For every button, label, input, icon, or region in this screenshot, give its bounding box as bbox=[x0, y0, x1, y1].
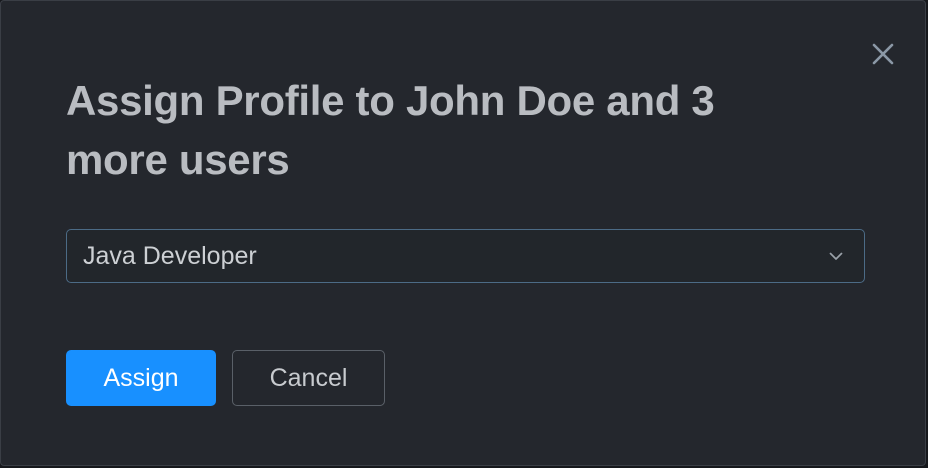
chevron-down-icon bbox=[825, 245, 847, 267]
profile-select-value: Java Developer bbox=[83, 241, 257, 270]
close-button[interactable] bbox=[868, 39, 898, 69]
cancel-button[interactable]: Cancel bbox=[232, 350, 385, 406]
profile-select[interactable]: Java Developer bbox=[66, 229, 865, 283]
assign-profile-dialog: Assign Profile to John Doe and 3 more us… bbox=[0, 0, 926, 466]
assign-button[interactable]: Assign bbox=[66, 350, 216, 406]
close-icon bbox=[872, 43, 894, 65]
dialog-title: Assign Profile to John Doe and 3 more us… bbox=[66, 77, 715, 183]
